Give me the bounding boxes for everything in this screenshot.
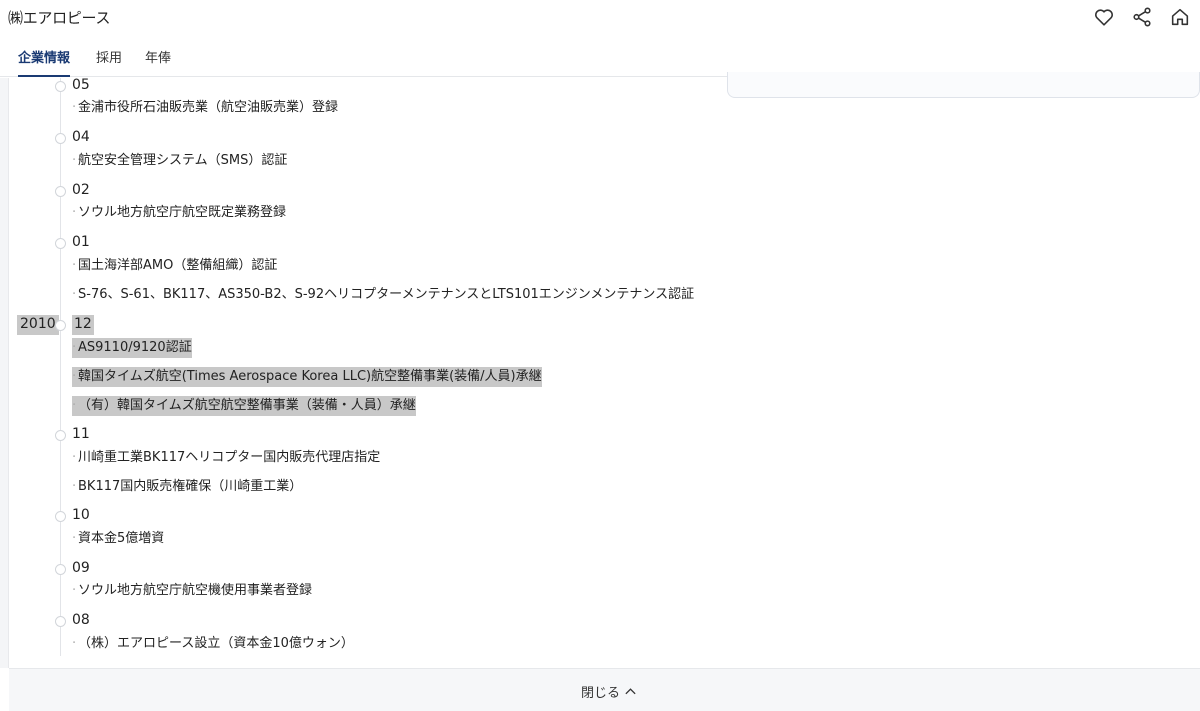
footer-bar: 閉じる <box>9 668 1200 711</box>
panel-left-border <box>0 78 9 668</box>
timeline-event: BK117国内販売権確保（川崎重工業） <box>72 477 302 497</box>
timeline-event: 金浦市役所石油販売業（航空油販売業）登録 <box>72 98 338 118</box>
close-button[interactable]: 閉じる <box>581 682 637 701</box>
timeline-dot <box>55 186 66 197</box>
tab-salary[interactable]: 年俸 <box>145 47 171 77</box>
timeline-event: 資本金5億増資 <box>72 529 164 549</box>
timeline-event: ソウル地方航空庁航空機使用事業者登録 <box>72 581 312 601</box>
timeline-dot <box>55 430 66 441</box>
timeline-event: AS9110/9120認証 <box>72 338 192 358</box>
timeline-month: 02 <box>72 182 90 198</box>
timeline-month: 08 <box>72 612 90 628</box>
header-actions <box>1092 5 1192 29</box>
close-label: 閉じる <box>581 686 621 701</box>
timeline-month: 11 <box>72 426 90 442</box>
timeline-month: 12 <box>72 315 94 335</box>
app-header: ㈱エアロピース <box>0 0 1200 36</box>
timeline-event: 川崎重工業BK117ヘリコプター国内販売代理店指定 <box>72 448 380 468</box>
timeline-dot <box>55 616 66 627</box>
timeline-year: 2010 <box>17 315 59 335</box>
timeline-month: 10 <box>72 507 90 523</box>
company-name: ㈱エアロピース <box>8 9 111 27</box>
timeline-month: 04 <box>72 129 90 145</box>
timeline-dot <box>55 320 66 331</box>
timeline-month: 09 <box>72 560 90 576</box>
timeline-dot <box>55 133 66 144</box>
timeline-event: （株）エアロピース設立（資本金10億ウォン） <box>72 634 354 654</box>
side-info-card <box>727 72 1200 98</box>
timeline-dot <box>55 511 66 522</box>
chevron-up-icon <box>625 688 636 695</box>
share-icon[interactable] <box>1130 5 1154 29</box>
timeline-event: 国土海洋部AMO（整備組織）認証 <box>72 256 277 276</box>
timeline-event: （有）韓国タイムズ航空航空整備事業（装備・人員）承継 <box>72 396 416 416</box>
timeline-event: 航空安全管理システム（SMS）認証 <box>72 151 287 171</box>
home-icon[interactable] <box>1168 5 1192 29</box>
timeline-dot <box>55 81 66 92</box>
timeline-event: S-76、S-61、BK117、AS350-B2、S-92ヘリコプターメンテナン… <box>72 285 694 305</box>
timeline-dot <box>55 238 66 249</box>
tab-recruitment[interactable]: 採用 <box>96 47 122 77</box>
timeline-dot <box>55 564 66 575</box>
tab-company-info[interactable]: 企業情報 <box>18 47 71 77</box>
timeline-event: ソウル地方航空庁航空既定業務登録 <box>72 203 286 223</box>
timeline-event: 韓国タイムズ航空(Times Aerospace Korea LLC)航空整備事… <box>72 367 542 387</box>
timeline-month: 05 <box>72 77 90 93</box>
heart-icon[interactable] <box>1092 5 1116 29</box>
timeline-month: 01 <box>72 234 90 250</box>
